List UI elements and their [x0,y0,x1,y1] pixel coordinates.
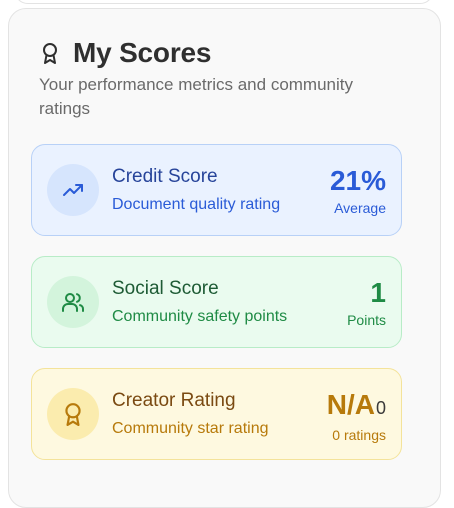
award-ribbon-icon [39,42,61,64]
social-score-card[interactable]: Social Score Community safety points 1 P… [31,256,402,348]
credit-score-value: 21% [329,165,386,196]
social-score-text: Social Score Community safety points [112,277,287,329]
social-score-unit: Points [347,312,386,328]
creator-rating-value-block: N/A0 0 ratings [327,387,386,444]
credit-score-card[interactable]: Credit Score Document quality rating 21%… [31,144,402,236]
creator-rating-unit: 0 ratings [332,427,386,443]
credit-score-description: Document quality rating [112,196,281,213]
creator-rating-description: Community star rating [112,420,269,437]
creator-rating-card[interactable]: Creator Rating Community star rating N/A… [31,368,402,460]
credit-score-value-block: 21% Average [330,163,386,217]
social-score-name: Social Score [112,278,219,299]
creator-rating-value-line: N/A0 [327,387,386,426]
social-score-value: 1 [370,277,386,308]
creator-rating-text: Creator Rating Community star rating [112,389,269,441]
social-score-description: Community safety points [112,308,288,325]
credit-score-name: Credit Score [112,166,218,187]
creator-rating-value-suffix: 0 [375,398,386,418]
credit-score-text: Credit Score Document quality rating [112,165,280,217]
users-icon [47,276,99,328]
page-title: My Scores [73,37,212,68]
award-icon [47,388,99,440]
trending-up-icon [47,164,99,216]
card-header: My Scores [39,37,211,69]
creator-rating-value: N/A [326,389,375,420]
previous-card-edge [14,0,434,4]
credit-score-unit: Average [334,200,386,216]
page-subtitle: Your performance metrics and community r… [39,75,354,118]
social-score-value-block: 1 Points [347,275,386,329]
creator-rating-name: Creator Rating [112,390,236,411]
